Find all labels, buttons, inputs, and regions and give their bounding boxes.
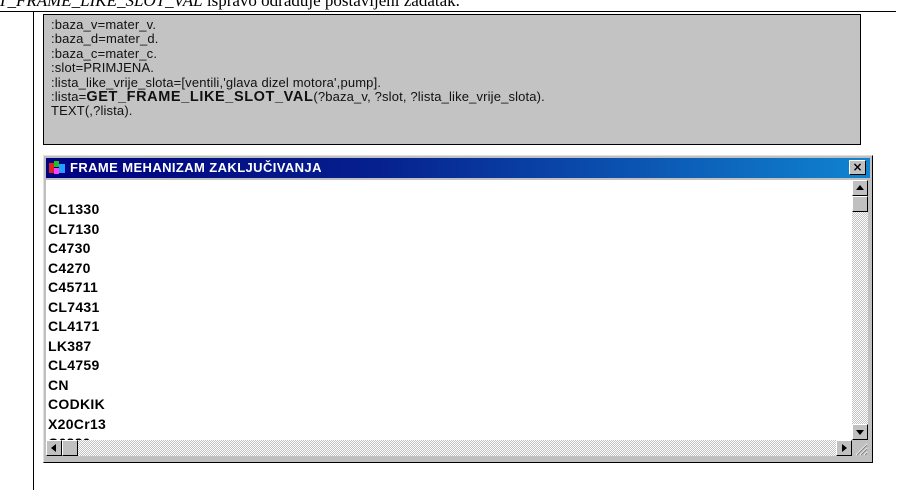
page-rule-top — [0, 11, 896, 12]
scroll-thumb-horizontal[interactable] — [62, 440, 78, 456]
list-item: CL4171 — [48, 318, 100, 334]
vertical-scrollbar[interactable] — [852, 180, 868, 440]
code-line: TEXT(,?lista). — [51, 103, 133, 119]
code-line: :baza_c=mater_c. — [51, 45, 158, 61]
list-item: CL4759 — [48, 357, 100, 373]
code-line: :slot=PRIMJENA. — [51, 60, 155, 76]
list-item: C4730 — [48, 240, 91, 256]
code-function-args: (?baza_v, ?slot, ?lista_like_vrije_slota… — [313, 89, 545, 105]
code-line: :lista_like_vrije_slota=[ventili,'glava … — [51, 74, 382, 90]
arrow-left-icon[interactable] — [46, 440, 62, 456]
result-list-area[interactable]: CL1330 CL7130 C4730 C4270 C45711 CL7431 CL4171… — [46, 180, 852, 440]
horizontal-scrollbar[interactable] — [46, 440, 852, 456]
close-icon[interactable]: × — [849, 160, 866, 175]
arrow-up-icon[interactable] — [852, 180, 868, 196]
app-icon — [49, 161, 65, 174]
arrow-right-icon[interactable] — [836, 440, 852, 456]
list-item: CN — [48, 376, 69, 393]
list-item: X20Cr13 — [48, 415, 107, 432]
page-rule-left — [33, 11, 34, 490]
size-grip-icon[interactable] — [852, 440, 868, 456]
frame-window: FRAME MEHANIZAM ZAKLJUČIVANJA × CL1330 CL… — [43, 155, 873, 463]
document-caption: T_FRAME_LIKE_SLOT_VAL ispravo odrađuje p… — [0, 0, 898, 11]
list-item: CL7431 — [48, 298, 100, 315]
list-item: CL7130 — [48, 220, 100, 237]
list-item: CODKIK — [48, 396, 106, 412]
code-line-function-call: :lista=GET_FRAME_LIKE_SLOT_VAL(?baza_v, … — [51, 89, 860, 105]
list-item: C45711 — [48, 279, 99, 295]
caption-text: ispravo odrađuje postavljeni zadatak. — [202, 0, 460, 10]
list-item: CL1330 — [48, 201, 100, 217]
list-item: LK387 — [48, 337, 92, 354]
window-titlebar[interactable]: FRAME MEHANIZAM ZAKLJUČIVANJA × — [46, 158, 870, 178]
list-item: C4270 — [48, 259, 91, 276]
code-line: :baza_v=mater_v. — [51, 17, 157, 32]
arrow-down-icon[interactable] — [852, 424, 868, 440]
scroll-thumb-vertical[interactable] — [852, 196, 868, 212]
caption-italic-text: T_FRAME_LIKE_SLOT_VAL — [0, 0, 203, 10]
result-list: CL1330 CL7130 C4730 C4270 C45711 CL7431 CL4171… — [48, 200, 106, 440]
code-assign-prefix: :lista= — [51, 89, 87, 105]
window-title: FRAME MEHANIZAM ZAKLJUČIVANJA — [70, 160, 322, 175]
code-line: :baza_d=mater_d. — [51, 31, 159, 47]
code-panel: :baza_v=mater_v. :baza_d=mater_d. :baza_… — [43, 14, 861, 145]
